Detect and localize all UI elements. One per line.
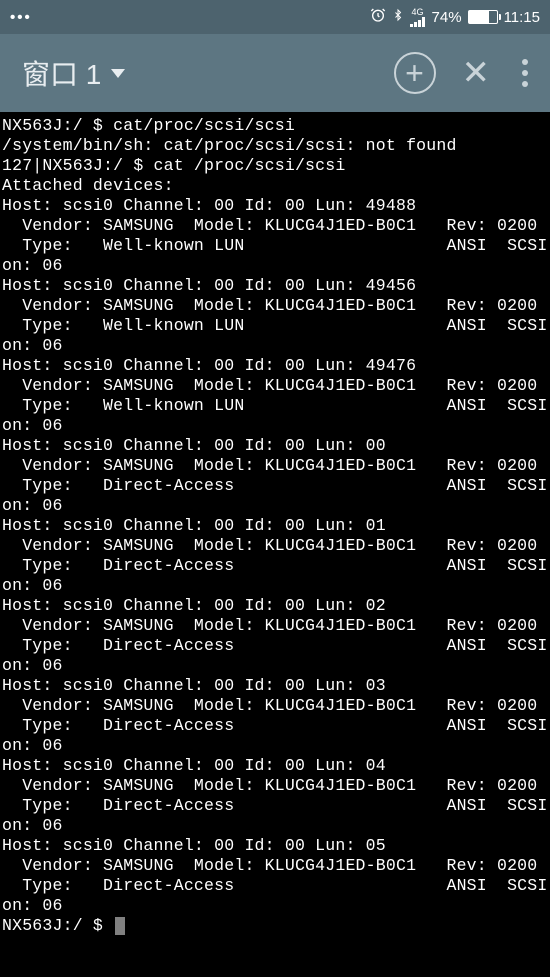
- alarm-icon: [370, 7, 386, 27]
- battery-icon: [468, 10, 498, 24]
- close-button[interactable]: ✕: [462, 53, 491, 93]
- battery-percent: 74%: [432, 9, 462, 26]
- more-dots-icon: •••: [10, 9, 32, 26]
- dot-icon: [522, 59, 528, 65]
- add-tab-button[interactable]: +: [394, 52, 436, 94]
- signal-icon: 4G: [410, 8, 426, 27]
- app-actions: + ✕: [394, 52, 535, 94]
- status-right: 4G 74% 11:15: [370, 6, 540, 28]
- bluetooth-icon: [392, 6, 404, 28]
- status-left: •••: [10, 9, 32, 26]
- overflow-menu-button[interactable]: [516, 59, 534, 87]
- tab-label: 窗口 1: [22, 53, 101, 93]
- chevron-down-icon: [111, 69, 125, 78]
- close-icon: ✕: [462, 54, 491, 92]
- status-bar: ••• 4G 74% 11:15: [0, 0, 550, 34]
- app-bar: 窗口 1 + ✕: [0, 34, 550, 112]
- dot-icon: [522, 81, 528, 87]
- dot-icon: [522, 70, 528, 76]
- plus-icon: +: [405, 55, 424, 92]
- terminal-output[interactable]: NX563J:/ $ cat/proc/scsi/scsi /system/bi…: [0, 112, 550, 977]
- cursor: [115, 917, 125, 935]
- clock-time: 11:15: [504, 9, 540, 26]
- tab-selector[interactable]: 窗口 1: [22, 53, 125, 93]
